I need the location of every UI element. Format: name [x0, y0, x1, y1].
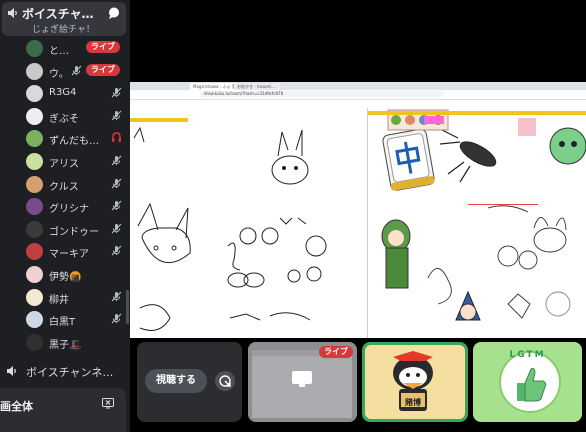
muted-mic-icon [111, 110, 122, 121]
user-tile-avatar: 賭博 [365, 345, 465, 419]
voice-user-name: クルス [49, 181, 79, 193]
live-badge: ライブ [319, 346, 353, 358]
avatar [26, 62, 43, 80]
voice-user[interactable]: ずんだも… [26, 128, 126, 148]
voice-user-name: ずんだも… [49, 136, 99, 148]
muted-mic-icon [111, 223, 122, 234]
avatar [26, 243, 43, 261]
live-badge: ライブ [86, 41, 120, 53]
browser-tab[interactable]: Magic/drawa - ふぉ 落書きサ… [190, 83, 236, 90]
voice-user[interactable]: 白黒T [26, 309, 126, 329]
muted-mic-icon [111, 245, 122, 256]
voice-user-name: グリシナ [49, 204, 89, 216]
voice-user[interactable]: と… ライブ [26, 38, 126, 58]
stream-controls-tile: 視聴する [137, 342, 242, 422]
voice-user[interactable]: グリシナ [26, 196, 126, 216]
chat-bubble-icon[interactable] [108, 7, 120, 19]
user-tile-speaking[interactable]: 賭博 [362, 342, 468, 422]
muted-mic-icon [111, 313, 122, 324]
browser-tab-strip: Magic/drawa - ふぉ 落書きサ… お絵かき - hasami… [130, 82, 586, 90]
popout-icon [219, 375, 231, 387]
stream-panel: 画全体 [0, 388, 126, 432]
speaker-icon [8, 8, 17, 18]
sketch-drawings-right [381, 109, 586, 321]
voice-user[interactable]: アリス [26, 151, 126, 171]
thumbs-up-icon [517, 368, 547, 402]
avatar [26, 153, 43, 170]
voice-user[interactable]: 黒子🎩 [26, 332, 126, 352]
voice-user-name: ぎぶそ [49, 113, 79, 125]
browser-toolbar: draw.kuku.lu/room/?hash=c31d9cfc876 [130, 90, 586, 100]
muted-mic-icon [111, 155, 122, 166]
muted-mic-icon [111, 291, 122, 302]
avatar [26, 311, 43, 329]
voice-user[interactable]: ウ。 ライブ [26, 61, 126, 81]
voice-user[interactable]: R3G4 [26, 83, 126, 103]
avatar [26, 220, 43, 238]
voice-user-name: 伊勢🍘 [49, 272, 82, 283]
avatar [26, 266, 43, 283]
voice-user-name: 黒子🎩 [49, 339, 82, 351]
voice-user-name: アリス [49, 159, 79, 170]
avatar [26, 85, 43, 103]
browser-tab[interactable]: お絵かき - hasami… [234, 83, 280, 90]
voice-user-name: と… [49, 46, 69, 57]
muted-mic-icon [111, 178, 122, 189]
screen-share-icon [292, 371, 312, 387]
canvas-toolbar-strip [130, 118, 188, 122]
voice-user-name: R3G4 [49, 87, 77, 99]
voice-channel-2-name: ボイスチャンネ… [26, 366, 114, 379]
avatar [26, 288, 43, 306]
avatar [26, 175, 43, 193]
avatar [26, 198, 43, 216]
voice-user[interactable]: マーキア [26, 241, 126, 261]
popout-button[interactable] [215, 371, 235, 391]
voice-user-name: 白黒T [49, 317, 76, 329]
voice-user-name: 柳井 [49, 294, 69, 306]
voice-user[interactable]: 伊勢🍘 [26, 264, 126, 284]
user-tile-lgtm[interactable]: LGTM [473, 342, 582, 422]
voice-user[interactable]: 柳井 [26, 287, 126, 307]
drawing-canvas-right[interactable] [368, 108, 586, 338]
tile-badge-text: 賭博 [405, 398, 421, 407]
voice-user[interactable]: ぎぶそ [26, 106, 126, 126]
voice-channel-title: ボイスチャ… [22, 7, 94, 21]
drawing-canvas-left[interactable] [130, 108, 368, 338]
sketch-drawings-left [133, 126, 327, 331]
lgtm-avatar [499, 351, 561, 413]
stream-view[interactable]: Magic/drawa - ふぉ 落書きサ… お絵かき - hasami… dr… [130, 82, 586, 338]
avatar [26, 333, 43, 351]
muted-mic-icon [111, 200, 122, 211]
voice-user-name: ウ。 [49, 68, 69, 80]
voice-user[interactable]: クルス [26, 174, 126, 194]
sidebar-scrollbar[interactable] [126, 290, 129, 324]
avatar [26, 130, 43, 148]
live-badge: ライブ [86, 63, 120, 76]
voice-channel-2[interactable]: ボイスチャンネ… [6, 362, 128, 382]
stream-preview-tile[interactable]: ライブ [248, 342, 357, 422]
deafened-icon [112, 132, 121, 143]
speaker-icon [7, 366, 16, 376]
voice-user-name: マーキア [49, 249, 89, 261]
voice-channel-header[interactable]: ボイスチャ… じょぎ絵チャ！ [2, 2, 126, 36]
lgtm-label: LGTM [509, 350, 546, 360]
close-stream-icon[interactable] [102, 398, 114, 409]
voice-channel-status: じょぎ絵チャ！ [32, 25, 95, 35]
avatar [26, 107, 43, 125]
muted-mic-icon [111, 87, 122, 98]
voice-user-name: ゴンドゥー [49, 226, 99, 238]
voice-user[interactable]: ゴンドゥー [26, 219, 126, 239]
canvas-toolbar-strip [368, 111, 586, 115]
channel-sidebar: ボイスチャ… じょぎ絵チャ！ と… ライブ ウ。 ライブ R3G4 ぎぶそ ずんだも… アリス… [0, 0, 130, 432]
avatar [26, 40, 43, 57]
screen-share-label: 画全体 [0, 400, 33, 413]
muted-mic-icon [71, 65, 82, 76]
address-bar[interactable]: draw.kuku.lu/room/?hash=c31d9cfc876 [200, 91, 444, 97]
watch-stream-button[interactable]: 視聴する [145, 369, 207, 393]
